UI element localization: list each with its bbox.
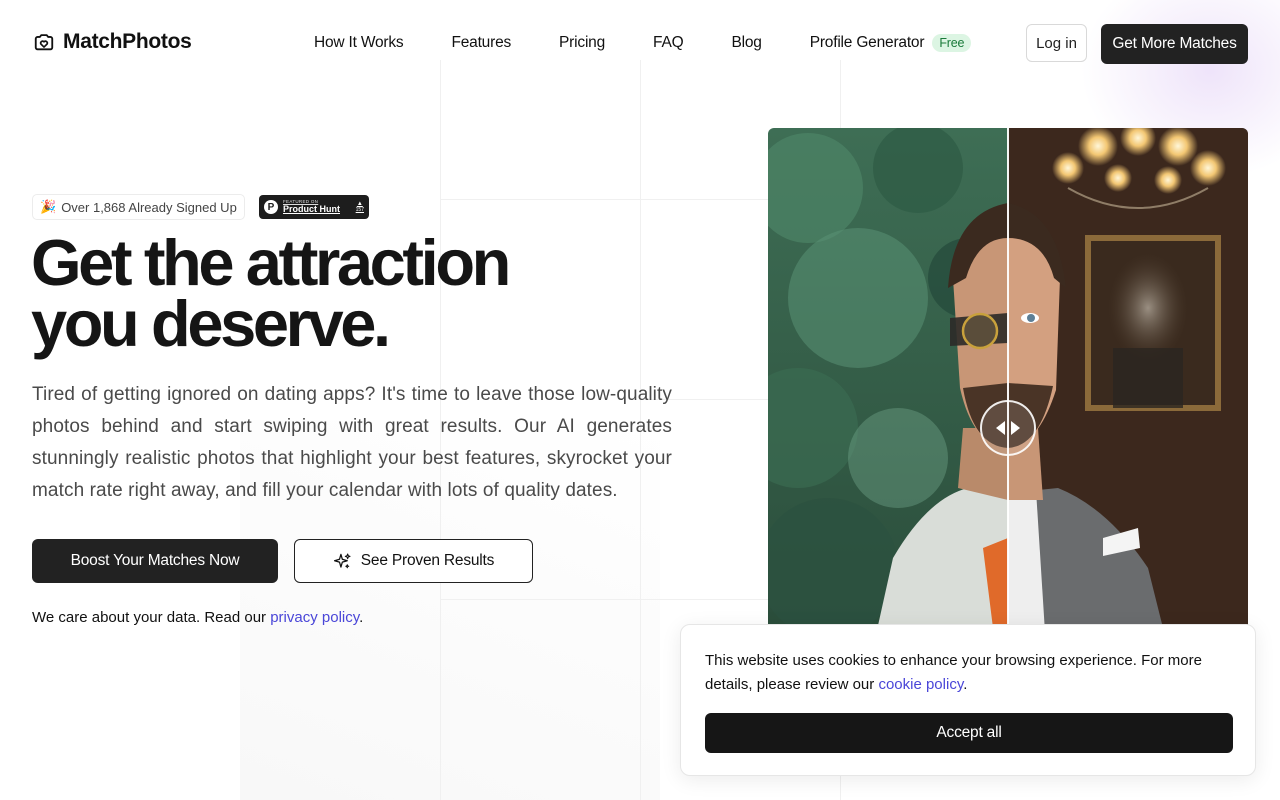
- boost-matches-button[interactable]: Boost Your Matches Now: [32, 539, 278, 583]
- brand-logo[interactable]: MatchPhotos: [33, 30, 192, 54]
- nav-features[interactable]: Features: [451, 34, 511, 52]
- product-hunt-icon: P: [264, 200, 278, 214]
- login-button[interactable]: Log in: [1026, 24, 1087, 62]
- nav-blog[interactable]: Blog: [731, 34, 761, 52]
- camera-heart-icon: [34, 34, 54, 51]
- nav-profile-generator-label: Profile Generator: [809, 34, 925, 51]
- privacy-note-suffix: .: [359, 609, 364, 626]
- before-after-comparison[interactable]: [768, 128, 1248, 648]
- accept-all-cookies-button[interactable]: Accept all: [705, 713, 1233, 753]
- nav-faq[interactable]: FAQ: [653, 34, 684, 52]
- privacy-policy-link[interactable]: privacy policy: [270, 609, 359, 626]
- arrow-left-icon: [996, 421, 1005, 435]
- cookie-banner: This website uses cookies to enhance you…: [680, 624, 1256, 776]
- sparkles-icon: [333, 552, 351, 568]
- see-proven-results-button[interactable]: See Proven Results: [294, 539, 533, 583]
- free-badge: Free: [932, 34, 972, 52]
- signup-count-text: Over 1,868 Already Signed Up: [61, 199, 237, 215]
- hero-headline-line2: you deserve.: [31, 287, 391, 360]
- arrow-right-icon: [1011, 421, 1020, 435]
- hero-headline: Get the attraction you deserve.: [31, 226, 731, 360]
- nav-profile-generator[interactable]: Profile Generator Free: [810, 34, 972, 52]
- nav-how-it-works[interactable]: How It Works: [314, 34, 404, 52]
- cookie-message-suffix: .: [963, 676, 968, 693]
- product-hunt-text: FEATURED ON Product Hunt: [283, 198, 340, 215]
- hero-description: Tired of getting ignored on dating apps?…: [32, 384, 672, 501]
- comparison-photo: [768, 128, 1248, 648]
- product-hunt-featured-label: FEATURED ON: [283, 198, 319, 204]
- comparison-slider-handle[interactable]: [980, 400, 1036, 456]
- nav-pricing[interactable]: Pricing: [559, 34, 605, 52]
- get-more-matches-button[interactable]: Get More Matches: [1101, 24, 1248, 64]
- cookie-policy-link[interactable]: cookie policy: [878, 676, 963, 693]
- main-nav: How It Works Features Pricing FAQ Blog P…: [314, 34, 972, 52]
- site-header: MatchPhotos How It Works Features Pricin…: [0, 0, 1280, 88]
- brand-name: MatchPhotos: [63, 30, 192, 53]
- product-hunt-badge[interactable]: P FEATURED ON Product Hunt ▲ 157: [259, 195, 369, 219]
- privacy-note-prefix: We care about your data. Read our: [32, 609, 271, 626]
- hero-headline-line1: Get the attraction: [31, 226, 511, 299]
- product-hunt-vote-count: 157: [355, 207, 364, 213]
- privacy-note: We care about your data. Read our privac…: [32, 609, 363, 626]
- see-proven-results-label: See Proven Results: [360, 552, 495, 569]
- product-hunt-name: Product Hunt: [283, 204, 340, 215]
- product-hunt-votes: ▲ 157: [356, 201, 364, 213]
- cookie-message: This website uses cookies to enhance you…: [705, 649, 1231, 697]
- signup-count-badge: 🎉 Over 1,868 Already Signed Up: [32, 194, 245, 220]
- party-popper-icon: 🎉: [40, 199, 57, 214]
